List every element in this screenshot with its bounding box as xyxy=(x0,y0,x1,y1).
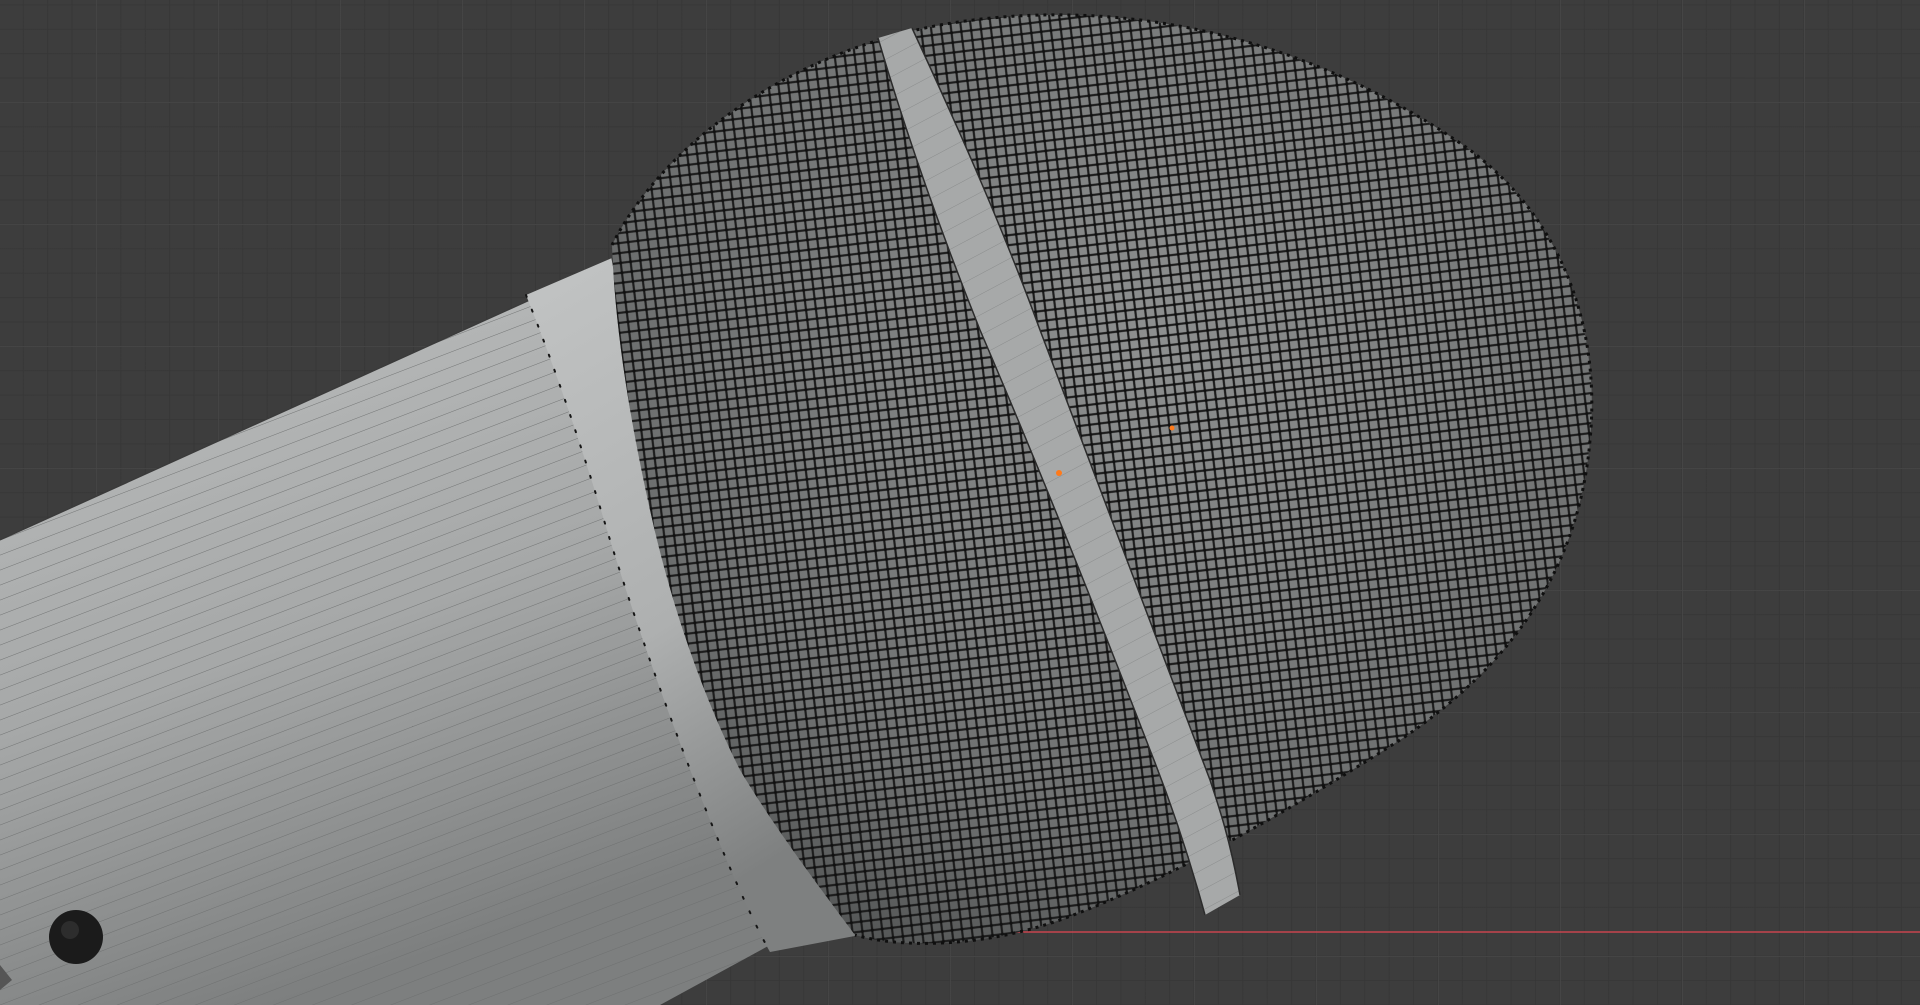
selected-vertex[interactable] xyxy=(1169,425,1175,431)
3d-viewport[interactable] xyxy=(0,0,1920,1005)
selected-vertex[interactable] xyxy=(1056,470,1062,476)
viewport-scene[interactable] xyxy=(0,0,1920,1005)
handle-button[interactable] xyxy=(49,910,103,964)
